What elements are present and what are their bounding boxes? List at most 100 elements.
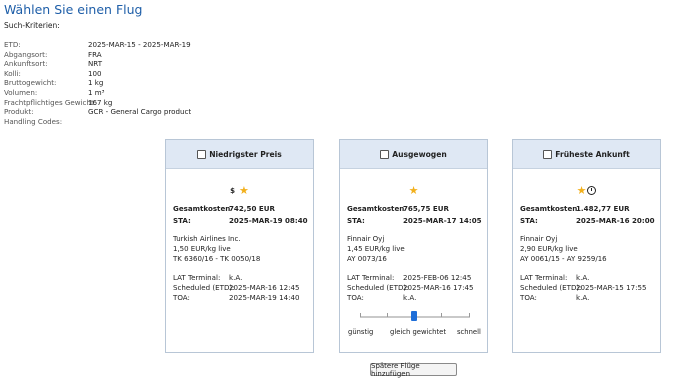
scheduled-label: Scheduled (ETD): — [347, 283, 409, 292]
total-value: 1.482,77 EUR — [576, 204, 630, 213]
add-later-flights-button[interactable]: Spätere Flüge hinzufügen — [370, 362, 457, 378]
lat-row: LAT Terminal: k.A. — [173, 273, 242, 282]
criteria-value: 1 kg — [88, 78, 104, 88]
criteria-value: 167 kg — [88, 97, 113, 107]
select-checkbox[interactable] — [197, 149, 207, 159]
sta-row: STA: 2025-MAR-17 14:05 — [347, 216, 482, 225]
scheduled-label: Scheduled (ETD): — [173, 283, 235, 292]
lat-row: LAT Terminal: k.A. — [520, 273, 589, 282]
criteria-label: Kolli: — [4, 68, 21, 78]
sta-label: STA: — [520, 216, 538, 225]
criteria-row: Kolli: 100 — [4, 69, 191, 79]
total-row: Gesamtkosten1.482,77 EUR — [520, 204, 630, 213]
criteria-row: Abgangsort: FRA — [4, 50, 191, 60]
card-header[interactable]: Ausgewogen — [340, 140, 487, 169]
flight-numbers: AY 0073/16 — [347, 255, 387, 263]
card-cheapest[interactable]: Niedrigster Preis $ ★ Gesamtkosten742,50 … — [165, 139, 314, 353]
lat-row: LAT Terminal: 2025-FEB-06 12:45 — [347, 273, 471, 282]
scheduled-row: Scheduled (ETD):2025-MAR-15 17:55 — [520, 283, 647, 292]
scheduled-row: Scheduled (ETD):2025-MAR-16 12:45 — [173, 283, 300, 292]
card-balanced[interactable]: Ausgewogen ★ Gesamtkosten765,75 EUR STA:… — [339, 139, 488, 353]
total-label: Gesamtkosten — [520, 204, 578, 213]
criteria-value: 100 — [88, 68, 102, 78]
slider-label-fast: schnell — [457, 328, 481, 336]
criteria-row: Bruttogewicht: 1 kg — [4, 78, 191, 88]
star-icon: ★ — [576, 184, 587, 197]
lat-value: k.A. — [229, 273, 243, 282]
select-checkbox[interactable] — [543, 149, 553, 159]
sta-label: STA: — [347, 216, 365, 225]
lat-label: LAT Terminal: — [520, 273, 568, 282]
select-checkbox[interactable] — [380, 149, 390, 159]
criteria-label: Ankunftsort: — [4, 59, 48, 69]
criteria-title: Such-Kriterien: — [4, 21, 60, 30]
dollar-icon: $ — [230, 186, 235, 195]
toa-row: TOA: 2025-MAR-19 14:40 — [173, 293, 300, 302]
toa-value: k.A. — [576, 293, 590, 302]
star-icon: ★ — [408, 184, 419, 197]
airline-name: Finnair Oyj — [347, 235, 385, 243]
criteria-row: Volumen: 1 m³ — [4, 88, 191, 98]
criteria-label: Frachtpflichtiges Gewicht: — [4, 97, 97, 107]
toa-label: TOA: — [520, 293, 537, 302]
slider-thumb[interactable] — [411, 311, 417, 321]
star-icon: ★ — [239, 184, 249, 197]
card-header[interactable]: Früheste Ankunft — [513, 140, 660, 169]
criteria-row: Handling Codes: — [4, 117, 191, 127]
sta-value: 2025-MAR-19 08:40 — [229, 216, 308, 225]
criteria-value: GCR - General Cargo product — [88, 107, 192, 117]
slider-tick — [441, 313, 442, 317]
card-title: Früheste Ankunft — [555, 149, 630, 159]
card-earliest[interactable]: Früheste Ankunft ★ Gesamtkosten1.482,77 … — [512, 139, 661, 353]
sta-row: STA: 2025-MAR-16 20:00 — [520, 216, 655, 225]
sta-row: STA: 2025-MAR-19 08:40 — [173, 216, 308, 225]
criteria-row: Ankunftsort: NRT — [4, 59, 191, 69]
card-icons: $ ★ — [166, 184, 313, 197]
criteria-label: Volumen: — [4, 87, 38, 97]
sta-value: 2025-MAR-16 20:00 — [576, 216, 655, 225]
weighting-slider[interactable] — [360, 311, 470, 321]
total-row: Gesamtkosten765,75 EUR — [347, 204, 449, 213]
card-title: Ausgewogen — [392, 149, 447, 159]
scheduled-value: 2025-MAR-16 17:45 — [403, 283, 474, 292]
slider-tick — [387, 313, 388, 317]
airline-name: Turkish Airlines Inc. — [173, 235, 241, 243]
criteria-label: Produkt: — [4, 107, 34, 117]
airline-name: Finnair Oyj — [520, 235, 558, 243]
page-title: Wählen Sie einen Flug — [4, 2, 143, 17]
rate-text: 2,90 EUR/kg live — [520, 245, 578, 253]
total-label: Gesamtkosten — [173, 204, 231, 213]
card-header[interactable]: Niedrigster Preis — [166, 140, 313, 169]
criteria-label: Bruttogewicht: — [4, 78, 57, 88]
toa-value: k.A. — [403, 293, 417, 302]
lat-value: k.A. — [576, 273, 590, 282]
criteria-label: ETD: — [4, 40, 21, 49]
lat-label: LAT Terminal: — [173, 273, 221, 282]
criteria-value: NRT — [88, 59, 103, 69]
card-icons: ★ — [340, 184, 487, 197]
slider-label-balanced: gleich gewichtet — [390, 328, 446, 336]
scheduled-row: Scheduled (ETD):2025-MAR-16 17:45 — [347, 283, 474, 292]
slider-tick — [469, 313, 470, 317]
sta-label: STA: — [173, 216, 191, 225]
sta-value: 2025-MAR-17 14:05 — [403, 216, 482, 225]
toa-value: 2025-MAR-19 14:40 — [229, 293, 300, 302]
slider-label-cheap: günstig — [348, 328, 374, 336]
criteria-value: FRA — [88, 49, 102, 59]
criteria-label: Abgangsort: — [4, 49, 48, 59]
criteria-value: 2025-MAR-15 - 2025-MAR-19 — [88, 40, 191, 49]
scheduled-value: 2025-MAR-16 12:45 — [229, 283, 300, 292]
card-icons: ★ — [513, 184, 660, 197]
toa-label: TOA: — [347, 293, 364, 302]
toa-row: TOA: k.A. — [520, 293, 589, 302]
lat-label: LAT Terminal: — [347, 273, 395, 282]
slider-tick — [360, 313, 361, 317]
clock-icon — [587, 186, 597, 195]
scheduled-value: 2025-MAR-15 17:55 — [576, 283, 647, 292]
criteria-row: ETD: 2025-MAR-15 - 2025-MAR-19 — [4, 40, 191, 50]
total-value: 765,75 EUR — [403, 204, 449, 213]
criteria-row: Frachtpflichtiges Gewicht:167 kg — [4, 98, 191, 108]
criteria-row: Produkt: GCR - General Cargo product — [4, 107, 191, 117]
total-label: Gesamtkosten — [347, 204, 405, 213]
lat-value: 2025-FEB-06 12:45 — [403, 273, 472, 282]
